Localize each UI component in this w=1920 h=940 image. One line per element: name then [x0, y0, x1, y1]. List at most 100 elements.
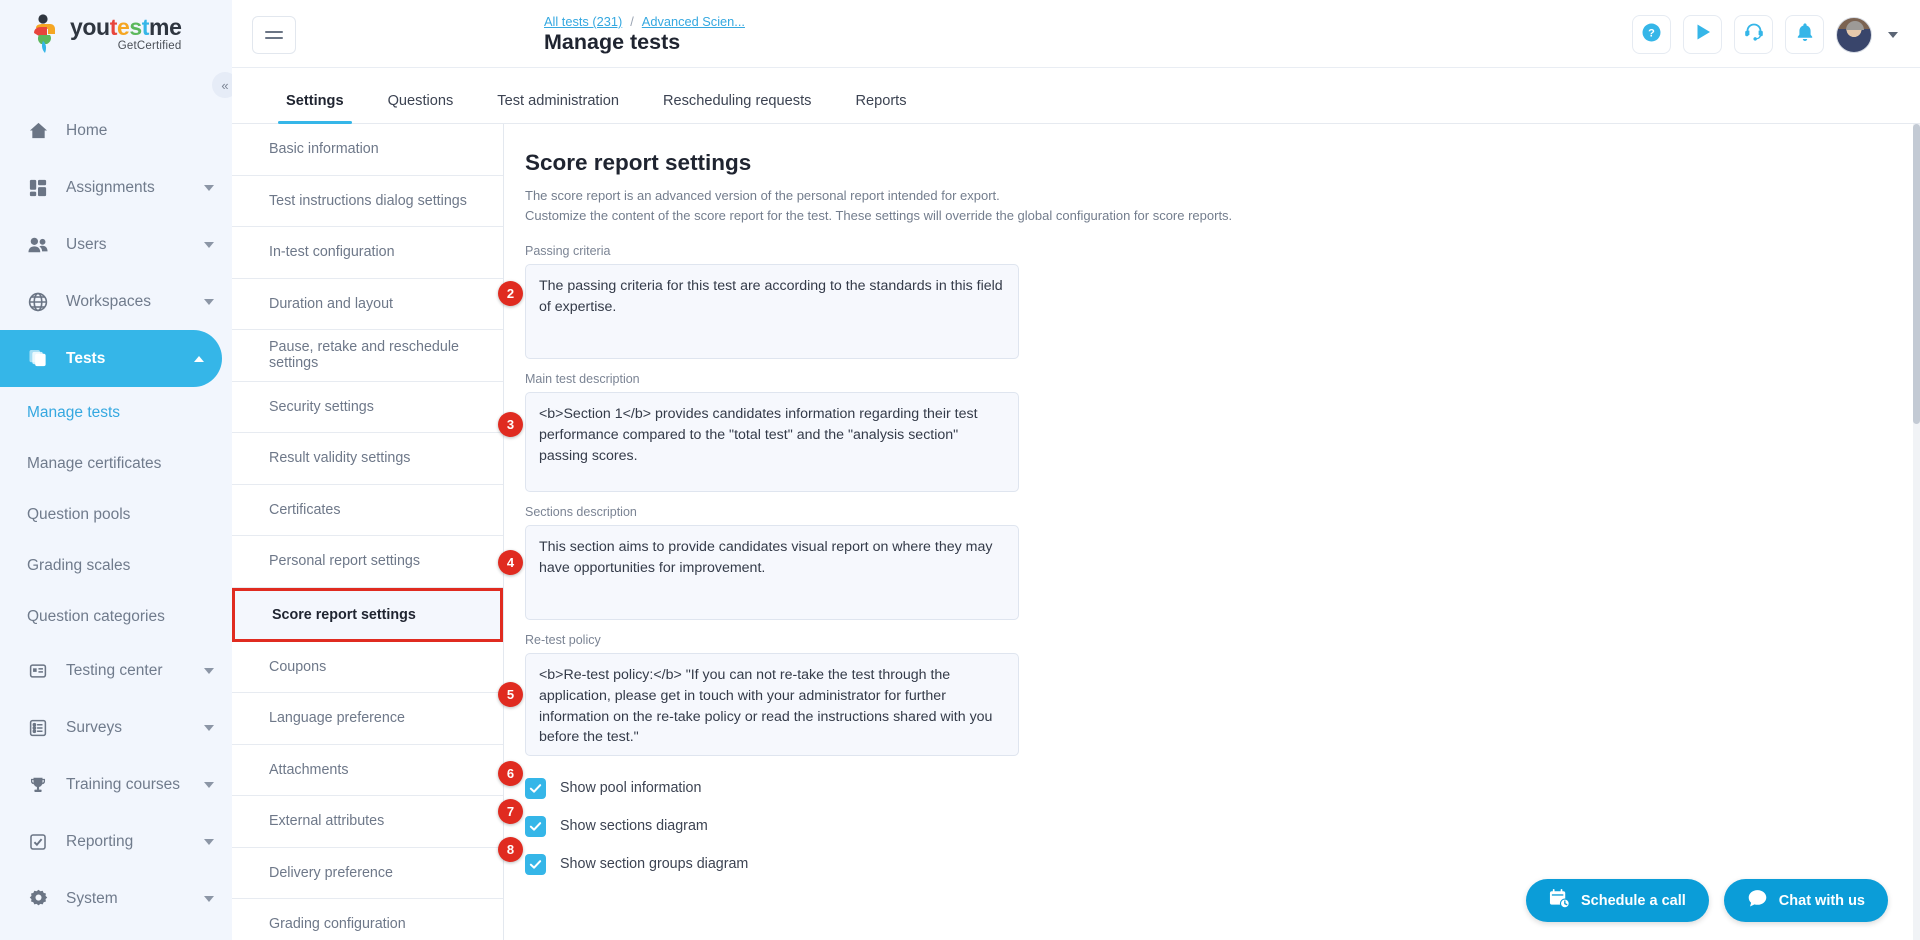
settings-item-pause-retake-and-reschedule-settings[interactable]: Pause, retake and reschedule settings — [232, 330, 503, 382]
support-button[interactable] — [1734, 15, 1773, 54]
chevron-down-icon — [204, 241, 214, 248]
show-sections-diagram-checkbox[interactable] — [525, 815, 546, 837]
tab-settings[interactable]: Settings — [264, 93, 366, 124]
header-actions: ? — [1632, 15, 1898, 54]
settings-item-external-attributes[interactable]: External attributes — [232, 796, 503, 848]
sidebar-item-assignments[interactable]: Assignments — [0, 159, 232, 216]
settings-item-duration-and-layout[interactable]: Duration and layout — [232, 279, 503, 330]
notifications-button[interactable] — [1785, 15, 1824, 54]
settings-item-personal-report-settings[interactable]: Personal report settings — [232, 536, 503, 588]
show-section-groups-diagram-checkbox[interactable] — [525, 853, 546, 875]
step-badge-7: 7 — [498, 799, 523, 824]
step-badge-5: 5 — [498, 682, 523, 707]
sidebar-item-label: System — [66, 889, 118, 907]
breadcrumb-all-tests[interactable]: All tests (231) — [544, 14, 622, 29]
schedule-a-call-button[interactable]: Schedule a call — [1526, 879, 1709, 922]
breadcrumb: All tests (231) / Advanced Scien... — [544, 14, 745, 29]
chat-with-us-button[interactable]: Chat with us — [1723, 879, 1888, 922]
avatar[interactable] — [1836, 16, 1872, 53]
checkbox-label: Show pool information — [560, 780, 702, 797]
settings-item-language-preference[interactable]: Language preference — [232, 693, 503, 745]
sidebar-item-label: Testing center — [66, 661, 163, 679]
settings-item-coupons[interactable]: Coupons — [232, 642, 503, 693]
chevron-down-icon — [204, 781, 214, 788]
tab-rescheduling-requests[interactable]: Rescheduling requests — [641, 93, 833, 123]
sidebar-item-label: Users — [66, 235, 107, 253]
chevron-down-icon — [204, 838, 214, 845]
chevron-down-icon — [204, 184, 214, 191]
score-report-settings-panel: Score report settings The score report i… — [504, 124, 1920, 940]
settings-item-grading-configuration[interactable]: Grading configuration — [232, 899, 503, 940]
field-re-test-policy: Re-test policy — [525, 633, 1920, 757]
play-icon — [1693, 22, 1713, 47]
settings-item-test-instructions-dialog-settings[interactable]: Test instructions dialog settings — [232, 176, 503, 227]
tab-bar: Settings Questions Test administration R… — [232, 68, 1920, 124]
sidebar-subitem-manage-certificates[interactable]: Manage certificates — [0, 438, 232, 489]
menu-toggle-button[interactable] — [252, 16, 296, 54]
assignments-icon — [27, 177, 49, 199]
field-label: Sections description — [525, 505, 637, 520]
settings-item-in-test-configuration[interactable]: In-test configuration — [232, 227, 503, 279]
scrollbar-thumb[interactable] — [1913, 124, 1920, 424]
section-description: The score report is an advanced version … — [525, 186, 1920, 226]
sidebar-item-label: Assignments — [66, 178, 155, 196]
globe-icon — [27, 291, 49, 313]
settings-item-result-validity-settings[interactable]: Result validity settings — [232, 433, 503, 485]
settings-item-certificates[interactable]: Certificates — [232, 485, 503, 536]
sections-description-textarea[interactable] — [525, 525, 1019, 621]
sidebar-item-label: Training courses — [66, 775, 181, 793]
schedule-a-call-label: Schedule a call — [1581, 892, 1686, 909]
chevron-down-icon[interactable] — [1888, 31, 1898, 38]
checkbox-label: Show section groups diagram — [560, 856, 749, 873]
checkbox-row-show-pool-information[interactable]: Show pool information — [525, 769, 1920, 807]
settings-item-delivery-preference[interactable]: Delivery preference — [232, 848, 503, 899]
sidebar-item-testing-center[interactable]: Testing center — [0, 642, 232, 699]
tests-icon — [27, 348, 49, 370]
chat-bubble-icon — [1747, 888, 1768, 913]
chat-with-us-label: Chat with us — [1778, 892, 1865, 909]
sidebar-subitem-grading-scales[interactable]: Grading scales — [0, 540, 232, 591]
settings-item-security-settings[interactable]: Security settings — [232, 382, 503, 433]
sidebar-item-training-courses[interactable]: Training courses — [0, 756, 232, 813]
brand-subtitle: GetCertified — [117, 40, 182, 52]
sidebar-subitem-manage-tests[interactable]: Manage tests — [0, 387, 232, 438]
passing-criteria-textarea[interactable] — [525, 264, 1019, 360]
sidebar-item-tests[interactable]: Tests — [0, 330, 222, 387]
show-pool-information-checkbox[interactable] — [525, 777, 546, 799]
sidebar-item-workspaces[interactable]: Workspaces — [0, 273, 232, 330]
settings-item-basic-information[interactable]: Basic information — [232, 124, 503, 176]
sidebar-collapse-button[interactable]: « — [212, 72, 232, 98]
settings-item-score-report-settings[interactable]: Score report settings — [232, 587, 503, 642]
main-test-description-textarea[interactable] — [525, 392, 1019, 493]
settings-item-attachments[interactable]: Attachments — [232, 745, 503, 796]
sidebar-item-users[interactable]: Users — [0, 216, 232, 273]
step-badge-3: 3 — [498, 412, 523, 437]
checkbox-row-show-sections-diagram[interactable]: Show sections diagram — [525, 807, 1920, 845]
tab-reports[interactable]: Reports — [833, 93, 928, 123]
sidebar-item-home[interactable]: Home — [0, 102, 232, 159]
breadcrumb-current-test[interactable]: Advanced Scien... — [642, 14, 745, 29]
section-description-line2: Customize the content of the score repor… — [525, 208, 1233, 224]
gear-icon — [27, 888, 49, 910]
chevron-down-icon — [204, 724, 214, 731]
tab-questions[interactable]: Questions — [366, 93, 476, 123]
calendar-clock-icon — [1549, 888, 1570, 913]
sidebar-subitem-question-pools[interactable]: Question pools — [0, 489, 232, 540]
tab-test-administration[interactable]: Test administration — [475, 93, 641, 123]
sidebar-item-surveys[interactable]: Surveys — [0, 699, 232, 756]
testing-center-icon — [27, 660, 49, 682]
checkbox-row-show-section-groups-diagram[interactable]: Show section groups diagram — [525, 845, 1920, 883]
field-label: Main test description — [525, 372, 640, 387]
field-label: Re-test policy — [525, 633, 601, 648]
sidebar-item-system[interactable]: System — [0, 870, 232, 927]
vertical-scrollbar[interactable] — [1913, 124, 1920, 940]
users-icon — [27, 234, 49, 256]
sidebar: youtestme GetCertified « Home Assignment… — [0, 0, 232, 940]
re-test-policy-textarea[interactable] — [525, 653, 1019, 757]
sidebar-item-reporting[interactable]: Reporting — [0, 813, 232, 870]
play-tour-button[interactable] — [1683, 15, 1722, 54]
sidebar-subitem-question-categories[interactable]: Question categories — [0, 591, 232, 642]
breadcrumb-separator: / — [630, 14, 634, 29]
help-button[interactable]: ? — [1632, 15, 1671, 54]
brand-logo[interactable]: youtestme GetCertified — [0, 0, 232, 68]
